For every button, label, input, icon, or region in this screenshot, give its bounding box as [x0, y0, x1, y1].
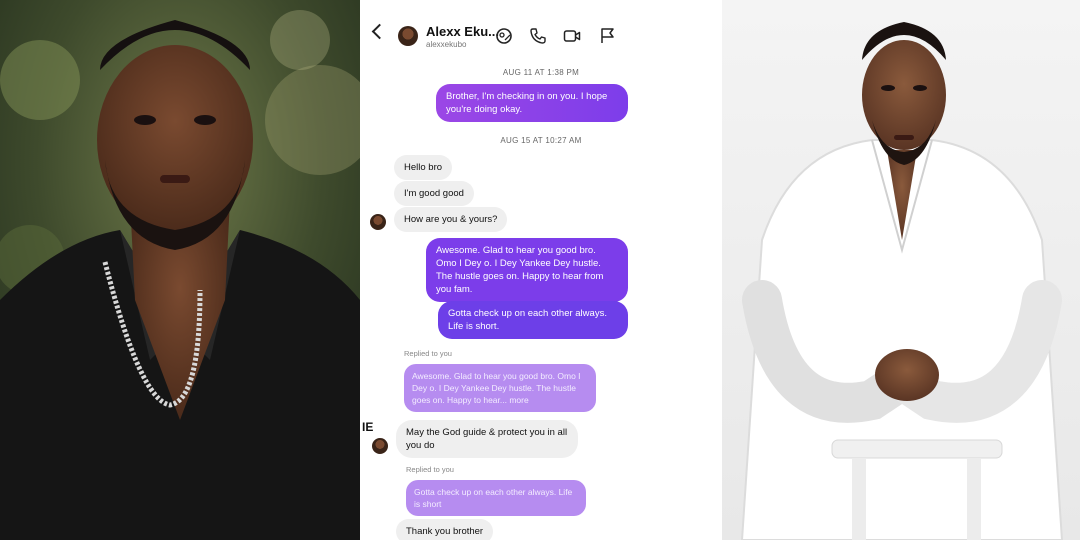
incoming-message[interactable]: I'm good good [394, 181, 474, 206]
video-icon[interactable] [563, 27, 581, 45]
phone-icon[interactable] [529, 27, 547, 45]
sticker-icon[interactable] [495, 27, 513, 45]
replied-label: Replied to you [404, 349, 452, 358]
contact-name[interactable]: Alexx Eku... [426, 24, 499, 39]
incoming-message[interactable]: Hello bro [394, 155, 453, 180]
quoted-reply-bubble[interactable]: Awesome. Glad to hear you good bro. Omo … [404, 364, 596, 412]
avatar[interactable] [398, 26, 418, 46]
outgoing-message[interactable]: Gotta check up on each other always. Lif… [438, 301, 628, 339]
quoted-reply-bubble[interactable]: Gotta check up on each other always. Lif… [406, 480, 586, 516]
incoming-message[interactable]: May the God guide & protect you in all y… [396, 420, 578, 458]
outgoing-message[interactable]: Brother, I'm checking in on you. I hope … [436, 84, 628, 122]
timestamp: AUG 15 AT 10:27 AM [500, 136, 582, 145]
outgoing-message[interactable]: Awesome. Glad to hear you good bro. Omo … [426, 238, 628, 302]
replied-label: Replied to you [406, 465, 454, 474]
instagram-dm-screenshot: Alexx Eku... alexxekubo IE AUG 11 AT 1:3… [360, 0, 722, 540]
flag-icon[interactable] [598, 27, 616, 45]
avatar[interactable] [370, 214, 386, 230]
incoming-message[interactable]: Thank you brother [396, 519, 494, 540]
cropped-edge-text: IE [362, 420, 374, 434]
left-portrait-photo [0, 0, 360, 540]
timestamp: AUG 11 AT 1:38 PM [502, 68, 580, 77]
contact-handle: alexxekubo [426, 40, 467, 49]
incoming-message[interactable]: How are you & yours? [394, 207, 508, 232]
man-black-shirt-image [0, 0, 360, 540]
avatar[interactable] [372, 438, 388, 454]
man-white-outfit-image [722, 0, 1080, 540]
chat-header: Alexx Eku... alexxekubo [360, 0, 722, 56]
right-portrait-photo [722, 0, 1080, 540]
back-icon[interactable] [371, 23, 388, 40]
